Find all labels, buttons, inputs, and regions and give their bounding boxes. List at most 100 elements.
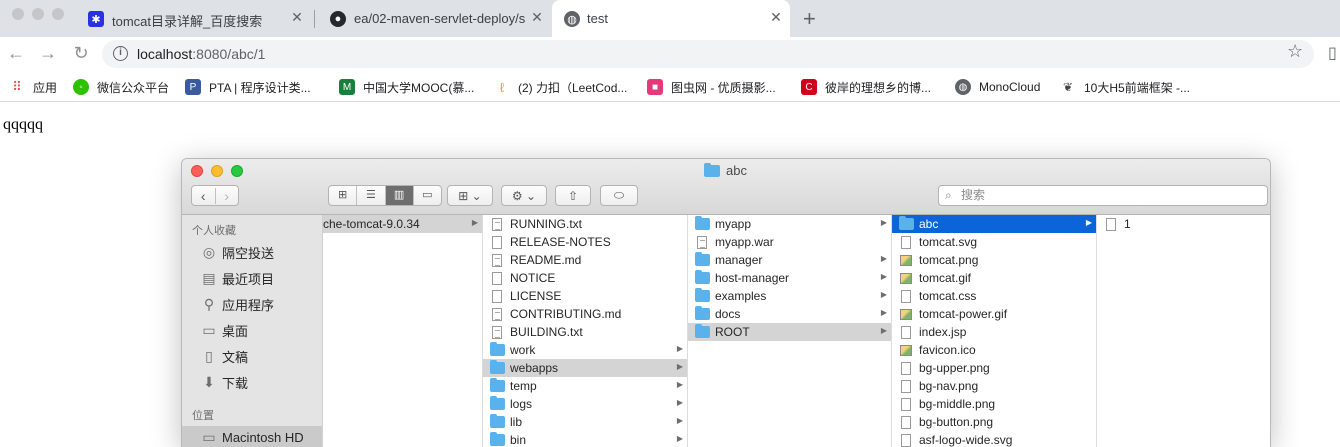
file-row[interactable]: NOTICE (483, 269, 687, 287)
file-row[interactable]: LICENSE (483, 287, 687, 305)
bookmark-tuchong[interactable]: ■ 图虫网 - 优质摄影... (647, 78, 776, 96)
tab-test[interactable]: ◍ test ✕ (552, 0, 790, 37)
reload-button[interactable]: ↻ (71, 43, 91, 64)
file-row[interactable]: README.md (483, 251, 687, 269)
bookmark-mooc[interactable]: M 中国大学MOOC(慕... (339, 78, 474, 96)
tags-button[interactable]: ⬭ (600, 185, 638, 206)
folder-icon (489, 378, 505, 392)
folder-row[interactable]: ROOT ▶ (688, 323, 891, 341)
item-label: myapp.war (715, 235, 774, 249)
file-row[interactable]: myapp.war (688, 233, 891, 251)
folder-row[interactable]: lib ▶ (483, 413, 687, 431)
folder-row[interactable]: temp ▶ (483, 377, 687, 395)
site-info-icon[interactable]: i (113, 46, 128, 61)
icon-view-button[interactable]: ⊞ (329, 186, 358, 205)
folder-row[interactable]: host-manager ▶ (688, 269, 891, 287)
back-forward-buttons: ‹ › (191, 185, 239, 206)
close-tab-icon[interactable]: ✕ (767, 9, 785, 26)
folder-icon-wrap (694, 306, 710, 321)
bookmark-star-icon[interactable]: ☆ (1287, 41, 1303, 62)
forward-button[interactable]: → (38, 43, 58, 64)
minimize-window-button[interactable] (32, 8, 44, 20)
file-row[interactable]: tomcat.svg (892, 233, 1096, 251)
share-button[interactable]: ⇧ (555, 185, 591, 206)
folder-row[interactable]: docs ▶ (688, 305, 891, 323)
bookmark-pta[interactable]: P PTA | 程序设计类... (185, 78, 311, 96)
folder-row[interactable]: abc ▶ (892, 215, 1096, 233)
file-row[interactable]: RUNNING.txt (483, 215, 687, 233)
item-label: tomcat-power.gif (919, 307, 1008, 321)
new-tab-button[interactable]: + (803, 6, 816, 32)
file-row[interactable]: bg-middle.png (892, 395, 1096, 413)
url-text[interactable]: localhost:8080/abc/1 (137, 46, 265, 62)
file-row[interactable]: bg-nav.png (892, 377, 1096, 395)
finder-forward-button[interactable]: › (216, 188, 239, 204)
close-window-button[interactable] (12, 8, 24, 20)
folder-row[interactable]: bin ▶ (483, 431, 687, 447)
zoom-window-button[interactable] (52, 8, 64, 20)
file-row[interactable]: tomcat-power.gif (892, 305, 1096, 323)
folder-icon (489, 342, 505, 356)
image-file-icon-wrap (898, 253, 914, 267)
close-tab-icon[interactable]: ✕ (288, 9, 306, 26)
tab-baidu-search[interactable]: ✱ tomcat目录详解_百度搜索 ✕ (72, 0, 314, 37)
folder-row[interactable]: logs ▶ (483, 395, 687, 413)
bookmark-label: 10大H5前端框架 -... (1084, 80, 1191, 95)
disclosure-arrow-icon: ▶ (880, 218, 887, 227)
close-tab-icon[interactable]: ✕ (528, 9, 546, 26)
finder-zoom-button[interactable] (231, 165, 243, 177)
finder-back-button[interactable]: ‹ (192, 187, 216, 204)
file-row[interactable]: favicon.ico (892, 341, 1096, 359)
bookmark-csdn[interactable]: C 彼岸的理想乡的博... (801, 78, 931, 96)
h5-icon: ❦ (1062, 80, 1074, 94)
bookmark-apps[interactable]: ⠿ 应用 (9, 78, 57, 96)
file-row[interactable]: index.jsp (892, 323, 1096, 341)
file-row[interactable]: bg-upper.png (892, 359, 1096, 377)
group-by-button[interactable]: ⊞ ⌄ (447, 185, 493, 206)
finder-close-button[interactable] (191, 165, 203, 177)
bookmark-wechat[interactable]: ◦ 微信公众平台 (73, 78, 169, 96)
gallery-view-button[interactable]: ▭ (414, 186, 441, 205)
bookmark-monocloud[interactable]: ◍ MonoCloud (955, 78, 1040, 96)
sidebar-item-airdrop[interactable]: ◎ 隔空投送 (200, 241, 274, 263)
back-button[interactable]: ← (6, 43, 26, 64)
folder-icon (694, 288, 710, 302)
file-row[interactable]: tomcat.css (892, 287, 1096, 305)
folder-row[interactable]: work ▶ (483, 341, 687, 359)
folder-row[interactable]: manager ▶ (688, 251, 891, 269)
sidebar-item-applications[interactable]: ⚲ 应用程序 (200, 293, 274, 315)
finder-search-field[interactable]: ⌕ 搜索 (938, 185, 1268, 206)
document-icon (901, 289, 911, 303)
file-row[interactable]: asf-logo-wide.svg (892, 431, 1096, 447)
sidebar-item-macintosh-hd[interactable]: ▭ Macintosh HD (182, 426, 322, 447)
file-row[interactable]: CONTRIBUTING.md (483, 305, 687, 323)
file-row[interactable]: 1 (1097, 215, 1270, 233)
action-gear-button[interactable]: ⚙ ⌄ (501, 185, 547, 206)
sidebar-item-desktop[interactable]: ▭ 桌面 (200, 319, 248, 341)
file-row[interactable]: che-tomcat-9.0.34 ▶ (323, 215, 482, 233)
file-row[interactable]: RELEASE-NOTES (483, 233, 687, 251)
file-row[interactable]: bg-button.png (892, 413, 1096, 431)
folder-row[interactable]: webapps ▶ (483, 359, 687, 377)
sidebar-item-recents[interactable]: ▤ 最近项目 (200, 267, 274, 289)
item-label: tomcat.css (919, 289, 977, 303)
file-row[interactable]: BUILDING.txt (483, 323, 687, 341)
bookmark-leetcode[interactable]: ℓ (2) 力扣（LeetCod... (494, 78, 627, 96)
item-label: favicon.ico (919, 343, 976, 357)
folder-row[interactable]: examples ▶ (688, 287, 891, 305)
folder-icon (704, 162, 720, 177)
locations-header: 位置 (192, 410, 214, 422)
column-view-button[interactable]: ▥ (385, 186, 414, 205)
file-row[interactable]: tomcat.png (892, 251, 1096, 269)
file-row[interactable]: tomcat.gif (892, 269, 1096, 287)
folder-row[interactable]: myapp ▶ (688, 215, 891, 233)
sidebar-item-documents[interactable]: ▯ 文稿 (200, 345, 248, 367)
sidebar-item-downloads[interactable]: ⬇ 下载 (200, 371, 248, 393)
finder-minimize-button[interactable] (211, 165, 223, 177)
bookmark-h5-frameworks[interactable]: ❦ 10大H5前端框架 -... (1060, 78, 1190, 96)
tab-github[interactable]: ● ea/02-maven-servlet-deploy/s ✕ (314, 0, 552, 37)
bookmarks-panel-icon[interactable]: ▯ (1328, 43, 1337, 63)
view-mode-segmented-control: ⊞ ☰ ▥ ▭ (328, 185, 442, 206)
address-bar[interactable]: i localhost:8080/abc/1 (102, 40, 1314, 68)
list-view-button[interactable]: ☰ (357, 186, 386, 205)
